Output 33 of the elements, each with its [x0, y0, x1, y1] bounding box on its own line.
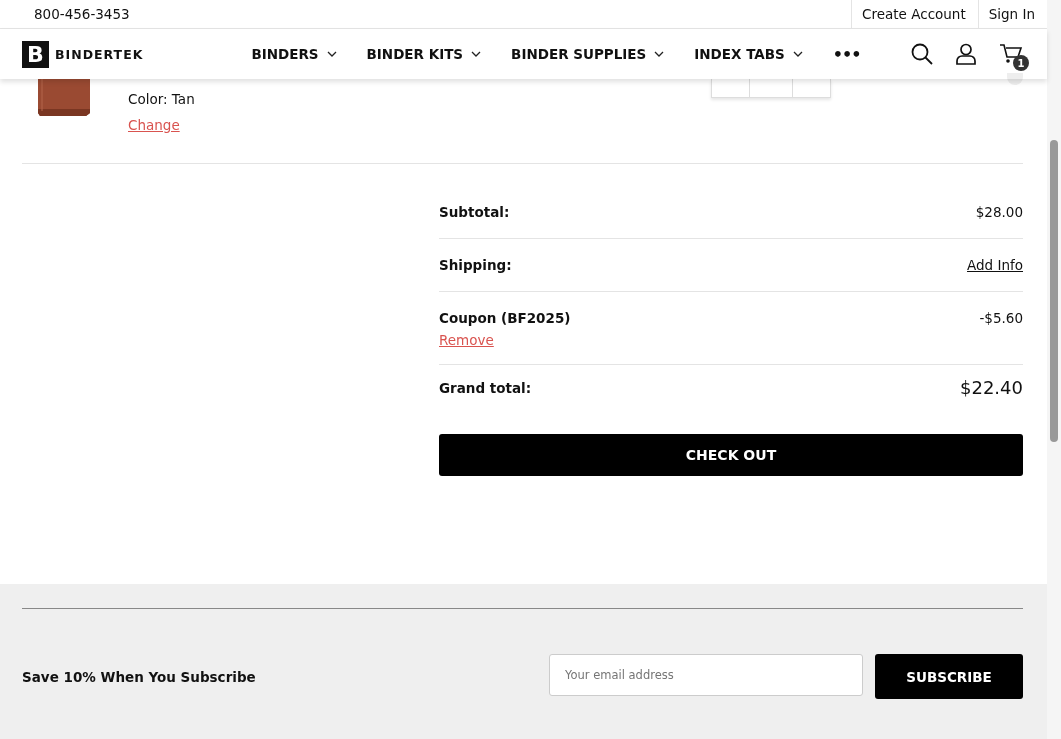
chevron-icon — [654, 51, 665, 57]
remove-coupon-link[interactable]: Remove — [439, 332, 494, 348]
add-info-link[interactable]: Add Info — [967, 257, 1023, 273]
search-icon[interactable] — [911, 43, 933, 65]
chevron-icon — [792, 51, 803, 57]
user-icon[interactable] — [955, 43, 977, 65]
cart-icon[interactable] — [999, 43, 1023, 65]
checkout-button[interactable]: CHECK OUT — [439, 434, 1023, 476]
menu-item[interactable]: BINDERS — [251, 46, 337, 62]
summary-label: Coupon (BF2025) — [439, 310, 571, 326]
email-field[interactable]: Your email address — [549, 654, 863, 696]
scrollbar[interactable] — [1047, 0, 1061, 739]
phone-number: 800-456-3453 — [34, 6, 130, 22]
logo-mark[interactable]: B — [22, 40, 49, 68]
more-menu[interactable]: ••• — [832, 44, 861, 64]
summary-label: Subtotal: — [439, 204, 510, 220]
summary-label: Shipping: — [439, 257, 512, 273]
menu-item[interactable]: INDEX TABS — [694, 46, 803, 62]
summary-value: -$5.60 — [979, 310, 1023, 326]
subscribe-text: Save 10% When You Subscribe — [22, 668, 256, 685]
chevron-icon — [326, 51, 337, 57]
summary-value: $22.40 — [960, 377, 1023, 398]
logo-text[interactable]: BINDERTEK — [55, 46, 144, 62]
subscribe-button[interactable]: SUBSCRIBE — [875, 654, 1023, 699]
color-option: Color: Tan — [128, 91, 195, 107]
summary-value: $28.00 — [975, 204, 1023, 220]
cart-count-badge: 1 — [1013, 55, 1029, 71]
change-link[interactable]: Change — [128, 117, 180, 133]
chevron-icon — [471, 51, 482, 57]
summary-label: Grand total: — [439, 379, 532, 396]
menu-item[interactable]: BINDER KITS — [366, 46, 482, 62]
menu-item[interactable]: BINDER SUPPLIES — [511, 46, 665, 62]
account-link[interactable]: Create Account — [851, 0, 978, 28]
